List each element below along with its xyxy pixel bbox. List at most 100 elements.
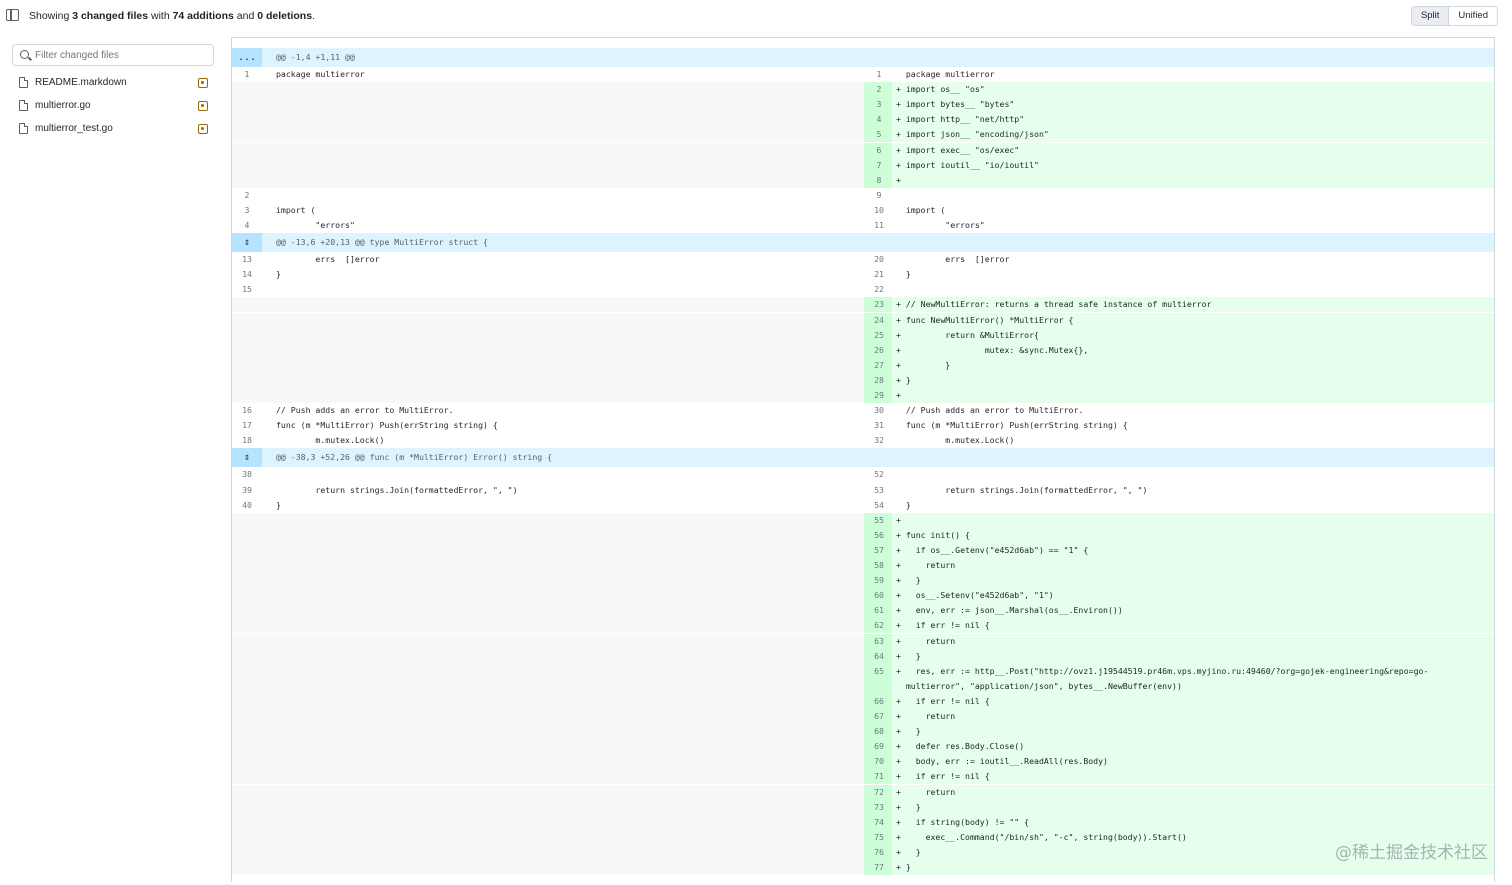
new-line-number[interactable]: 73 (864, 800, 894, 815)
new-line-number[interactable]: 62 (864, 618, 894, 633)
new-line-number[interactable]: 67 (864, 709, 894, 724)
new-line-number[interactable]: 10 (864, 203, 894, 218)
new-line-number[interactable]: 5 (864, 127, 894, 142)
old-line-number[interactable]: 17 (232, 418, 262, 433)
new-line-number[interactable]: 27 (864, 358, 894, 373)
new-line-number[interactable]: 4 (864, 112, 894, 127)
old-line-number[interactable] (232, 513, 262, 528)
old-line-number[interactable] (232, 724, 262, 739)
new-line-number[interactable]: 60 (864, 588, 894, 603)
old-line-number[interactable] (232, 373, 262, 388)
old-line-number[interactable] (232, 664, 262, 679)
new-line-number[interactable]: 56 (864, 528, 894, 543)
old-line-number[interactable] (232, 709, 262, 724)
new-line-number[interactable]: 66 (864, 694, 894, 709)
old-line-number[interactable] (232, 634, 262, 649)
expand-context-button[interactable]: ⇕ (232, 448, 262, 468)
new-line-number[interactable]: 75 (864, 830, 894, 845)
new-line-number[interactable]: 30 (864, 403, 894, 418)
old-line-number[interactable] (232, 769, 262, 784)
new-line-number[interactable]: 58 (864, 558, 894, 573)
new-line-number[interactable]: 32 (864, 433, 894, 448)
old-line-number[interactable]: 16 (232, 403, 262, 418)
old-line-number[interactable]: 1 (232, 67, 262, 82)
old-line-number[interactable]: 18 (232, 433, 262, 448)
old-line-number[interactable] (232, 815, 262, 830)
new-line-number[interactable]: 1 (864, 67, 894, 82)
new-line-number[interactable]: 20 (864, 252, 894, 267)
new-line-number[interactable]: 9 (864, 188, 894, 203)
new-line-number[interactable]: 29 (864, 388, 894, 403)
old-line-number[interactable] (232, 618, 262, 633)
new-line-number[interactable]: 76 (864, 845, 894, 860)
old-line-number[interactable] (232, 528, 262, 543)
old-line-number[interactable] (232, 558, 262, 573)
new-line-number[interactable]: 6 (864, 143, 894, 158)
old-line-number[interactable] (232, 158, 262, 173)
new-line-number[interactable] (864, 679, 894, 694)
new-line-number[interactable]: 24 (864, 313, 894, 328)
old-line-number[interactable] (232, 830, 262, 845)
old-line-number[interactable] (232, 112, 262, 127)
old-line-number[interactable] (232, 679, 262, 694)
old-line-number[interactable] (232, 785, 262, 800)
new-line-number[interactable]: 54 (864, 498, 894, 513)
old-line-number[interactable] (232, 388, 262, 403)
sidebar-toggle-icon[interactable] (6, 9, 19, 21)
expand-context-button[interactable]: ⇕ (232, 233, 262, 253)
split-view-button[interactable]: Split (1411, 7, 1450, 25)
new-line-number[interactable]: 72 (864, 785, 894, 800)
new-line-number[interactable]: 8 (864, 173, 894, 188)
old-line-number[interactable] (232, 603, 262, 618)
old-line-number[interactable] (232, 328, 262, 343)
new-line-number[interactable]: 69 (864, 739, 894, 754)
new-line-number[interactable]: 59 (864, 573, 894, 588)
old-line-number[interactable] (232, 588, 262, 603)
new-line-number[interactable]: 23 (864, 297, 894, 312)
old-line-number[interactable] (232, 845, 262, 860)
old-line-number[interactable] (232, 649, 262, 664)
new-line-number[interactable]: 63 (864, 634, 894, 649)
old-line-number[interactable] (232, 297, 262, 312)
new-line-number[interactable]: 71 (864, 769, 894, 784)
new-line-number[interactable]: 65 (864, 664, 894, 679)
old-line-number[interactable]: 40 (232, 498, 262, 513)
old-line-number[interactable] (232, 543, 262, 558)
new-line-number[interactable]: 57 (864, 543, 894, 558)
old-line-number[interactable]: 15 (232, 282, 262, 297)
new-line-number[interactable]: 74 (864, 815, 894, 830)
old-line-number[interactable] (232, 694, 262, 709)
new-line-number[interactable]: 64 (864, 649, 894, 664)
new-line-number[interactable]: 2 (864, 82, 894, 97)
old-line-number[interactable] (232, 173, 262, 188)
file-item-readme[interactable]: README.markdown (12, 72, 214, 95)
old-line-number[interactable]: 2 (232, 188, 262, 203)
old-line-number[interactable] (232, 754, 262, 769)
new-line-number[interactable]: 25 (864, 328, 894, 343)
expand-up-button[interactable]: ... (232, 48, 262, 67)
old-line-number[interactable] (232, 127, 262, 142)
old-line-number[interactable] (232, 800, 262, 815)
new-line-number[interactable]: 68 (864, 724, 894, 739)
old-line-number[interactable]: 13 (232, 252, 262, 267)
new-line-number[interactable]: 28 (864, 373, 894, 388)
file-item-multierror-go[interactable]: multierror.go (12, 95, 214, 118)
old-line-number[interactable]: 38 (232, 467, 262, 482)
filter-files-input[interactable] (35, 47, 210, 63)
new-line-number[interactable]: 52 (864, 467, 894, 482)
new-line-number[interactable]: 61 (864, 603, 894, 618)
old-line-number[interactable]: 39 (232, 483, 262, 498)
old-line-number[interactable] (232, 860, 262, 875)
old-line-number[interactable] (232, 82, 262, 97)
new-line-number[interactable]: 70 (864, 754, 894, 769)
new-line-number[interactable]: 55 (864, 513, 894, 528)
new-line-number[interactable]: 3 (864, 97, 894, 112)
new-line-number[interactable]: 31 (864, 418, 894, 433)
new-line-number[interactable]: 22 (864, 282, 894, 297)
old-line-number[interactable] (232, 313, 262, 328)
old-line-number[interactable] (232, 97, 262, 112)
new-line-number[interactable]: 26 (864, 343, 894, 358)
file-item-multierror-test-go[interactable]: multierror_test.go (12, 118, 214, 141)
unified-view-button[interactable]: Unified (1449, 7, 1497, 25)
old-line-number[interactable]: 3 (232, 203, 262, 218)
